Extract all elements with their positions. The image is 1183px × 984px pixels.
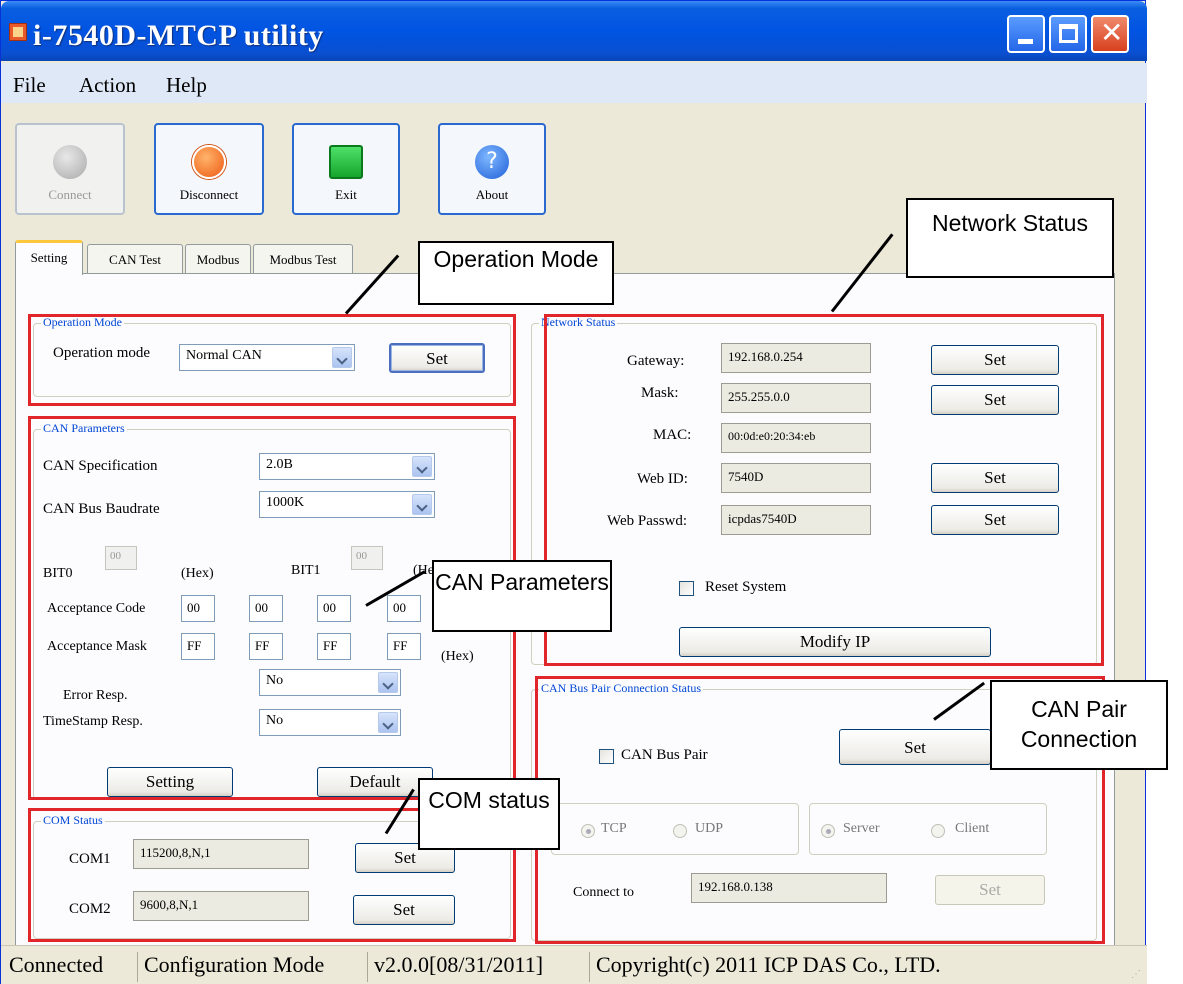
window-title: i-7540D-MTCP utility — [33, 19, 324, 52]
exit-label: Exit — [335, 187, 357, 202]
status-connection: Connected — [9, 952, 104, 977]
connect-icon — [53, 145, 87, 179]
disconnect-label: Disconnect — [179, 187, 239, 202]
exit-icon — [329, 145, 363, 179]
minimize-icon — [1018, 39, 1033, 44]
menu-bar: File Action Help — [1, 63, 1147, 103]
maximize-icon — [1059, 24, 1078, 43]
tab-modbus-test[interactable]: Modbus Test — [253, 244, 353, 274]
tab-setting[interactable]: Setting — [15, 240, 83, 275]
callout-operation-mode: Operation Mode — [418, 241, 614, 305]
disconnect-button[interactable]: Disconnect — [154, 123, 264, 215]
about-label: About — [475, 187, 509, 202]
help-icon: ? — [475, 145, 509, 179]
menu-file[interactable]: File — [13, 73, 46, 98]
close-icon: ✕ — [1100, 16, 1124, 49]
about-button[interactable]: ? About — [438, 123, 546, 215]
power-icon — [192, 145, 226, 179]
highlight-operation-mode — [28, 314, 516, 406]
highlight-network-status — [544, 314, 1104, 666]
status-version: v2.0.0[08/31/2011] — [367, 952, 543, 982]
menu-help[interactable]: Help — [166, 73, 207, 98]
title-bar: i-7540D-MTCP utility ✕ — [1, 1, 1147, 61]
menu-action[interactable]: Action — [79, 73, 136, 98]
callout-can-pair: CAN Pair Connection — [990, 680, 1168, 770]
status-copyright: Copyright(c) 2011 ICP DAS Co., LTD. — [589, 952, 941, 982]
status-bar: Connected Configuration Mode v2.0.0[08/3… — [1, 945, 1147, 984]
resize-grip-icon[interactable]: ⋰ — [1131, 969, 1143, 981]
callout-com-status: COM status — [418, 778, 560, 850]
tab-can-test[interactable]: CAN Test — [87, 244, 183, 274]
exit-button[interactable]: Exit — [292, 123, 400, 215]
status-mode: Configuration Mode — [137, 952, 324, 982]
connect-label: Connect — [48, 187, 92, 202]
close-button[interactable]: ✕ — [1091, 15, 1129, 53]
connect-button[interactable]: Connect — [15, 123, 125, 215]
maximize-button[interactable] — [1049, 15, 1087, 53]
minimize-button[interactable] — [1007, 15, 1045, 53]
callout-network-status: Network Status — [906, 198, 1114, 278]
app-icon — [9, 23, 27, 41]
callout-can-parameters: CAN Parameters — [432, 560, 612, 632]
tab-modbus[interactable]: Modbus — [185, 244, 251, 274]
